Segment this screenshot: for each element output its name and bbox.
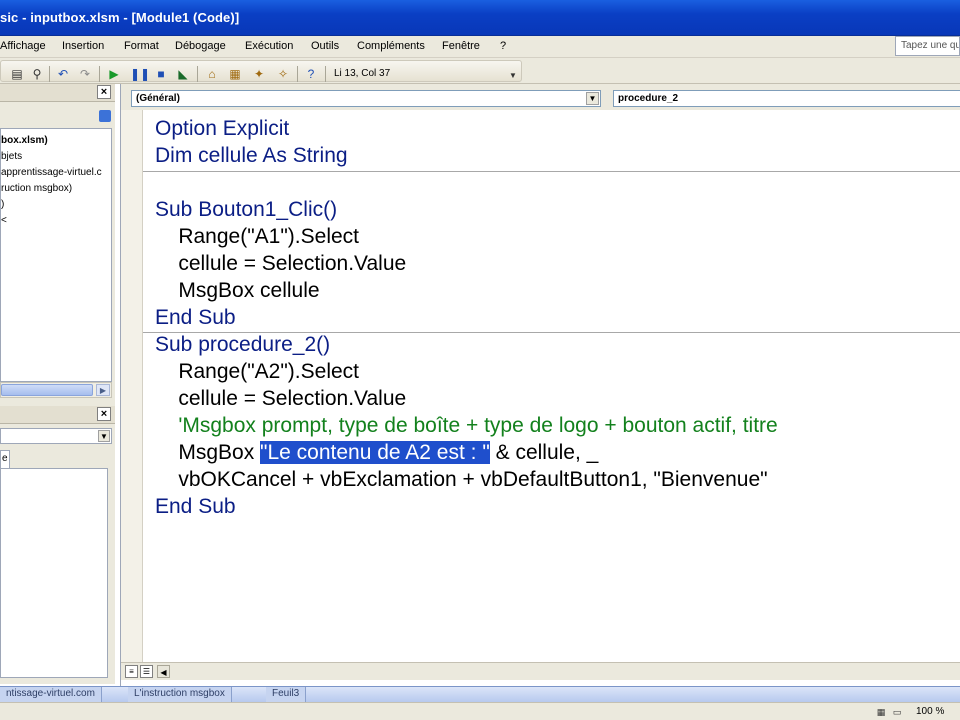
page-layout-icon[interactable]: ▭ xyxy=(890,706,904,718)
code-line[interactable]: End Sub xyxy=(155,493,236,520)
toolbar-options-icon[interactable]: ▼ xyxy=(509,71,517,80)
project-explorer-icon[interactable]: ⌂ xyxy=(204,66,220,82)
paste-icon[interactable]: ▤ xyxy=(9,66,25,82)
code-line[interactable]: End Sub xyxy=(155,304,236,331)
code-line[interactable]: Option Explicit xyxy=(155,115,289,142)
chevron-down-icon[interactable]: ▼ xyxy=(98,430,110,442)
tree-item-objects[interactable]: bjets xyxy=(1,151,22,162)
menu-complements[interactable]: Compléments xyxy=(357,40,425,52)
tree-item-sheet2[interactable]: ruction msgbox) xyxy=(1,183,72,194)
sheet-tab-bar: ntissage-virtuel.com L'instruction msgbo… xyxy=(0,686,960,702)
toolbar-separator xyxy=(325,66,326,82)
procedure-combo[interactable]: procedure_2 xyxy=(613,90,960,107)
object-combo[interactable]: (Général) ▼ xyxy=(131,90,601,107)
left-dock: × box.xlsm) bjets apprentissage-virtuel.… xyxy=(0,84,115,684)
code-window-footer: ≡ ☰ ◀ xyxy=(121,662,960,680)
scrollbar-thumb[interactable] xyxy=(1,384,93,396)
code-line-with-selection[interactable]: MsgBox "Le contenu de A2 est : " & cellu… xyxy=(155,439,598,466)
chevron-down-icon[interactable]: ▼ xyxy=(586,92,599,105)
menu-affichage[interactable]: Affichage xyxy=(0,40,46,52)
tree-item-sheet3[interactable]: ) xyxy=(1,199,4,210)
cursor-position: Li 13, Col 37 xyxy=(334,68,391,79)
selected-text[interactable]: "Le contenu de A2 est : " xyxy=(260,441,490,464)
status-bar: ▦ ▭ 100 % xyxy=(0,702,960,720)
code-text: MsgBox xyxy=(155,441,261,464)
tree-item-workbook[interactable]: < xyxy=(1,215,7,226)
properties-tabs: e xyxy=(0,450,112,468)
menu-execution[interactable]: Exécution xyxy=(245,40,293,52)
zoom-level[interactable]: 100 % xyxy=(916,706,944,717)
design-mode-icon[interactable]: ◣ xyxy=(175,66,191,82)
code-comment-line[interactable]: 'Msgbox prompt, type de boîte + type de … xyxy=(155,412,777,439)
scroll-left-icon[interactable]: ◀ xyxy=(157,665,170,678)
undo-icon[interactable]: ↶ xyxy=(55,66,71,82)
menu-format[interactable]: Format xyxy=(124,40,159,52)
reset-icon[interactable]: ■ xyxy=(153,66,169,82)
close-icon[interactable]: × xyxy=(97,85,111,99)
toolbar-strip: ▤ ⚲ ↶ ↷ ▶ ❚❚ ■ ◣ ⌂ ▦ ✦ ✧ ? Li 13, Col 37… xyxy=(0,60,522,82)
tree-item-sheet1[interactable]: apprentissage-virtuel.c xyxy=(1,167,102,178)
code-line[interactable]: Dim cellule As String xyxy=(155,142,348,169)
procedure-view-icon[interactable]: ≡ xyxy=(125,665,138,678)
code-line[interactable]: cellule = Selection.Value xyxy=(155,385,406,412)
scroll-right-icon[interactable]: ▶ xyxy=(96,384,110,396)
project-explorer-toolbar xyxy=(0,106,115,126)
project-tree[interactable]: box.xlsm) bjets apprentissage-virtuel.c … xyxy=(0,128,112,382)
menu-fenetre[interactable]: Fenêtre xyxy=(442,40,480,52)
run-icon[interactable]: ▶ xyxy=(106,66,122,82)
menu-bar: Affichage Insertion Format Débogage Exéc… xyxy=(0,36,960,58)
code-line[interactable]: vbOKCancel + vbExclamation + vbDefaultBu… xyxy=(155,466,767,493)
menu-debogage[interactable]: Débogage xyxy=(175,40,226,52)
code-window: (Général) ▼ procedure_2 Option Explicit … xyxy=(120,84,960,686)
menu-insertion[interactable]: Insertion xyxy=(62,40,104,52)
tab-properties[interactable]: e xyxy=(0,450,10,468)
code-text: & cellule, _ xyxy=(489,441,599,464)
code-line[interactable]: Sub procedure_2() xyxy=(155,331,330,358)
code-line[interactable]: MsgBox cellule xyxy=(155,277,319,304)
sheet-tab-2[interactable]: L'instruction msgbox xyxy=(128,687,232,702)
code-margin[interactable] xyxy=(121,110,143,662)
break-icon[interactable]: ❚❚ xyxy=(130,66,150,82)
toolbar-separator xyxy=(197,66,198,82)
normal-view-icon[interactable]: ▦ xyxy=(874,706,888,718)
menu-outils[interactable]: Outils xyxy=(311,40,339,52)
code-combo-bar: (Général) ▼ procedure_2 xyxy=(121,84,960,110)
code-line[interactable]: Range("A2").Select xyxy=(155,358,359,385)
window-title: sic - inputbox.xlsm - [Module1 (Code)] xyxy=(0,10,240,25)
full-module-view-icon[interactable]: ☰ xyxy=(140,665,153,678)
procedure-combo-value: procedure_2 xyxy=(618,93,679,104)
toolbox-icon[interactable]: ✧ xyxy=(275,66,291,82)
sheet-tab-3[interactable]: Feuil3 xyxy=(266,687,307,702)
find-icon[interactable]: ⚲ xyxy=(29,66,45,82)
help-icon[interactable]: ? xyxy=(303,66,319,82)
properties-header: × xyxy=(0,406,115,424)
sheet-tab-1[interactable]: ntissage-virtuel.com xyxy=(0,687,102,702)
properties-icon[interactable]: ▦ xyxy=(227,66,243,82)
object-combo-value: (Général) xyxy=(136,93,180,104)
toggle-folders-icon[interactable] xyxy=(99,110,111,122)
procedure-separator xyxy=(143,171,960,172)
toolbar-separator xyxy=(99,66,100,82)
redo-icon[interactable]: ↷ xyxy=(77,66,93,82)
code-line[interactable]: Sub Bouton1_Clic() xyxy=(155,196,337,223)
title-bar: sic - inputbox.xlsm - [Module1 (Code)] xyxy=(0,0,960,36)
tree-item-project[interactable]: box.xlsm) xyxy=(1,135,48,146)
toolbar-separator xyxy=(297,66,298,82)
standard-toolbar: ▤ ⚲ ↶ ↷ ▶ ❚❚ ■ ◣ ⌂ ▦ ✦ ✧ ? Li 13, Col 37… xyxy=(0,58,960,84)
object-browser-icon[interactable]: ✦ xyxy=(251,66,267,82)
tree-horizontal-scrollbar[interactable]: ▶ xyxy=(0,382,112,398)
toolbar-separator xyxy=(49,66,50,82)
properties-object-select[interactable]: ▼ xyxy=(0,428,112,444)
code-line[interactable]: Range("A1").Select xyxy=(155,223,359,250)
close-icon[interactable]: × xyxy=(97,407,111,421)
properties-grid[interactable] xyxy=(0,468,108,678)
help-search-input[interactable]: Tapez une qu xyxy=(895,36,960,56)
code-line[interactable]: cellule = Selection.Value xyxy=(155,250,406,277)
project-explorer-header: × xyxy=(0,84,115,102)
menu-help[interactable]: ? xyxy=(500,40,506,52)
code-editor[interactable]: Option Explicit Dim cellule As String Su… xyxy=(143,110,960,662)
